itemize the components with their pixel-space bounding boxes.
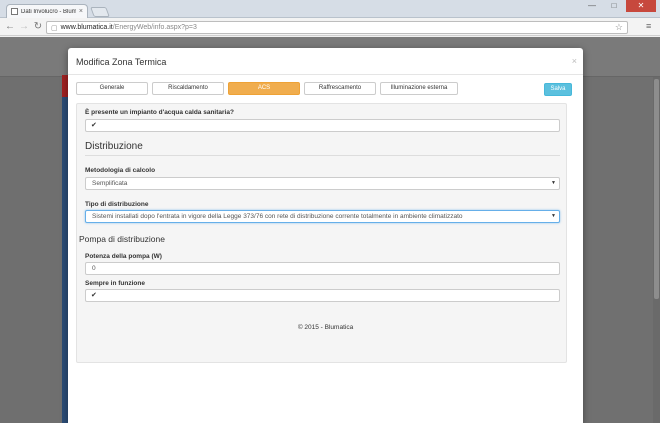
tab-generale[interactable]: Generale <box>76 82 148 95</box>
acs-question-label: È presente un impianto d'acqua calda san… <box>85 109 234 116</box>
page-icon <box>11 8 18 15</box>
distribution-type-select[interactable]: Sistemi installati dopo l'entrata in vig… <box>85 210 560 223</box>
tab-raffrescamento[interactable]: Raffrescamento <box>304 82 376 95</box>
pump-section-title: Pompa di distribuzione <box>79 234 165 244</box>
browser-tab-bar: Dati Involucro - Blumatic × — □ ✕ <box>0 0 660 18</box>
page-scrollbar[interactable] <box>653 77 660 423</box>
save-button[interactable]: Salva <box>544 83 572 96</box>
close-icon[interactable]: × <box>572 56 577 66</box>
new-tab-button[interactable] <box>90 7 110 17</box>
minimize-window-button[interactable]: — <box>583 0 601 12</box>
url-path: /EnergyWeb/info.aspx?p=3 <box>112 24 197 31</box>
always-on-field[interactable]: ✔ <box>85 289 560 302</box>
tab-illuminazione-esterna[interactable]: Illuminazione esterna <box>380 82 458 95</box>
method-selected-value: Semplificata <box>92 180 128 187</box>
close-tab-icon[interactable]: × <box>79 8 83 15</box>
forward-arrow-icon[interactable]: → <box>18 21 30 33</box>
browser-tab-title: Dati Involucro - Blumatic <box>21 8 76 15</box>
address-bar[interactable]: ▢ www.blumatica.it /EnergyWeb/info.aspx?… <box>46 21 628 34</box>
modal-title: Modifica Zona Termica <box>76 57 167 67</box>
browser-tab[interactable]: Dati Involucro - Blumatic × <box>6 4 88 18</box>
tab-riscaldamento[interactable]: Riscaldamento <box>152 82 224 95</box>
page-footer: © 2015 - Blumatica <box>297 324 354 331</box>
reload-icon[interactable]: ↻ <box>32 21 44 33</box>
distribution-type-value: Sistemi installati dopo l'entrata in vig… <box>92 213 463 220</box>
acs-present-field[interactable]: ✔ <box>85 119 560 132</box>
method-label: Metodologia di calcolo <box>85 167 156 174</box>
modal-header: Modifica Zona Termica × <box>68 48 583 75</box>
pump-power-label: Potenza della pompa (W) <box>85 253 162 260</box>
zona-termica-modal: Modifica Zona Termica × Generale Riscald… <box>68 48 583 423</box>
browser-toolbar: ← → ↻ ▢ www.blumatica.it /EnergyWeb/info… <box>0 18 660 36</box>
chevron-down-icon: ▼ <box>551 213 556 219</box>
pump-power-input[interactable]: 0 <box>85 262 560 275</box>
checkbox-checked-icon[interactable]: ✔ <box>91 290 97 301</box>
distribution-type-label: Tipo di distribuzione <box>85 201 149 208</box>
tab-acs[interactable]: ACS <box>228 82 300 95</box>
bookmark-star-icon[interactable]: ☆ <box>615 22 623 33</box>
url-host: www.blumatica.it <box>60 24 113 31</box>
method-select[interactable]: Semplificata ▼ <box>85 177 560 190</box>
close-window-button[interactable]: ✕ <box>626 0 656 12</box>
page-info-icon: ▢ <box>51 24 58 32</box>
browser-menu-icon[interactable]: ≡ <box>646 21 651 31</box>
always-on-label: Sempre in funzione <box>85 280 145 287</box>
page-content-area <box>583 77 660 423</box>
back-arrow-icon[interactable]: ← <box>4 21 16 33</box>
section-divider <box>85 155 560 156</box>
distribution-section-title: Distribuzione <box>85 141 143 152</box>
scrollbar-thumb[interactable] <box>654 79 659 299</box>
chevron-down-icon: ▼ <box>551 180 556 186</box>
checkbox-checked-icon[interactable]: ✔ <box>91 120 97 131</box>
maximize-window-button[interactable]: □ <box>605 0 623 12</box>
